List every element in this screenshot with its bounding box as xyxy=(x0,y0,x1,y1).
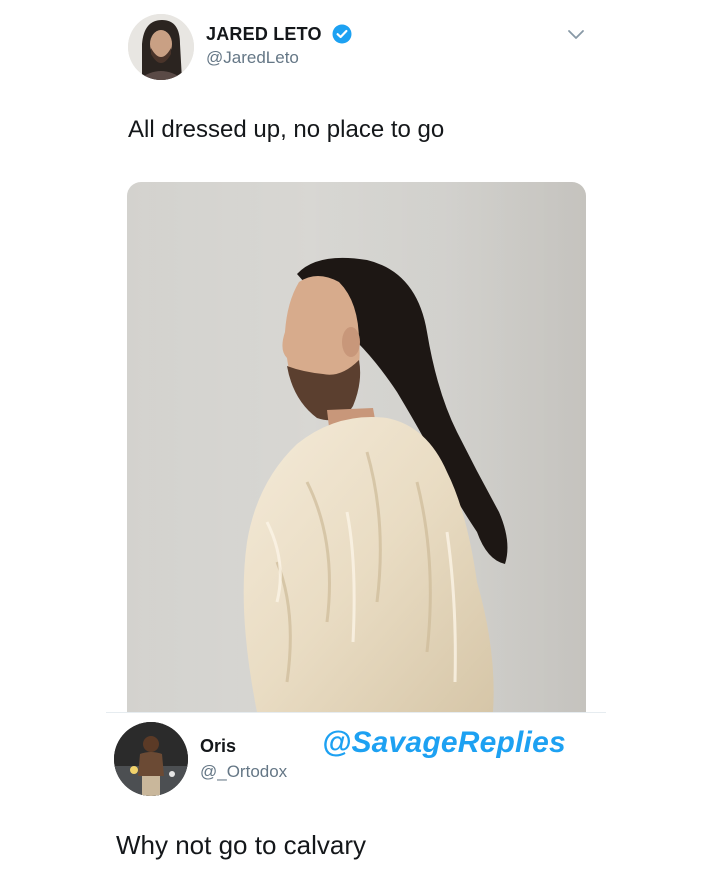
reply-display-name[interactable]: Oris xyxy=(200,736,236,757)
reply-handle[interactable]: @_Ortodox xyxy=(200,762,287,782)
divider xyxy=(106,712,606,713)
tweet-photo[interactable] xyxy=(127,182,586,712)
author-display-name[interactable]: JARED LETO xyxy=(206,24,322,45)
reply-avatar[interactable] xyxy=(114,722,188,796)
reply-text: Why not go to calvary xyxy=(116,830,366,860)
chevron-down-icon[interactable] xyxy=(566,28,586,42)
watermark: @SavageReplies xyxy=(322,726,566,759)
tweet-text: All dressed up, no place to go xyxy=(128,116,445,143)
author-handle[interactable]: @JaredLeto xyxy=(206,48,299,68)
author-avatar[interactable] xyxy=(128,14,194,80)
verified-badge-icon xyxy=(332,24,352,44)
